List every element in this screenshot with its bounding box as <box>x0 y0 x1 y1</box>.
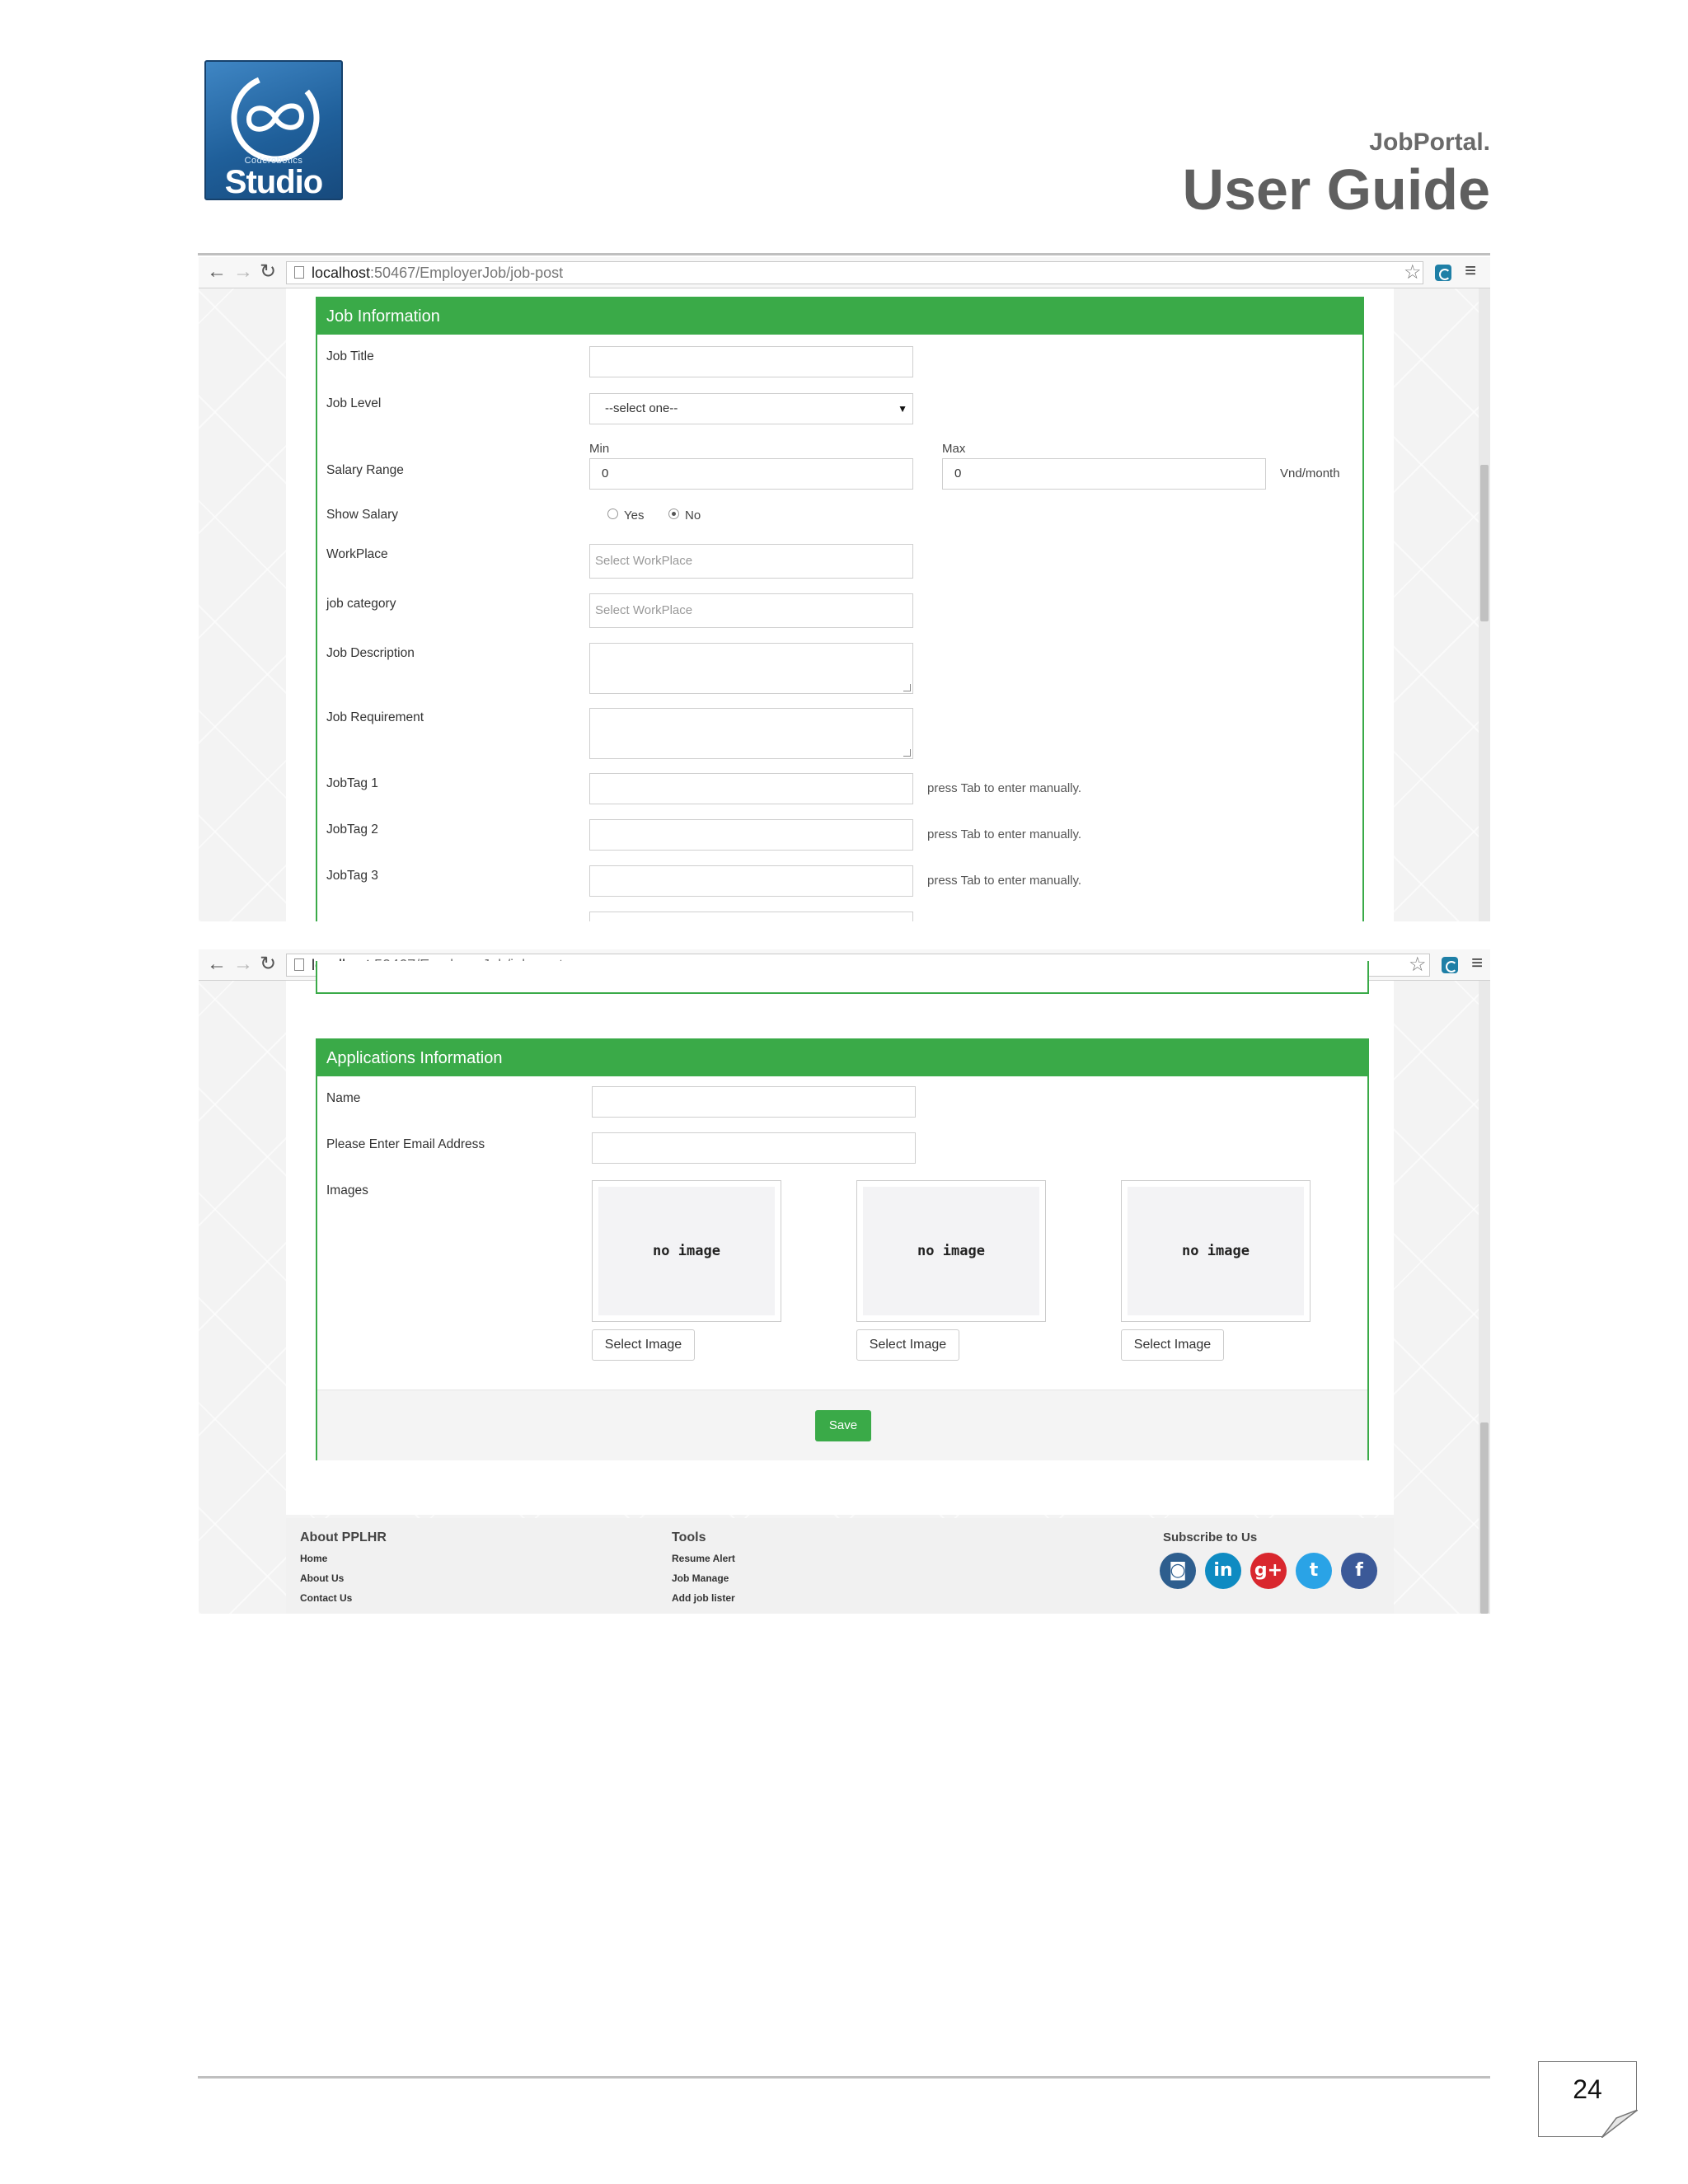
image-preview-1: no image <box>592 1180 781 1322</box>
job-tag-3-hint: press Tab to enter manually. <box>927 874 1082 888</box>
page-icon <box>294 958 304 971</box>
back-icon[interactable]: ← <box>207 954 227 975</box>
footer-rule <box>198 2076 1490 2079</box>
panel-heading: Applications Information <box>317 1040 1367 1076</box>
job-level-label: Job Level <box>326 396 382 410</box>
images-label: Images <box>326 1183 368 1197</box>
footer-link-resume-alert[interactable]: Resume Alert <box>672 1553 735 1564</box>
min-label: Min <box>589 442 610 456</box>
job-requirement-label: Job Requirement <box>326 710 424 724</box>
menu-icon[interactable]: ≡ <box>1471 952 1483 975</box>
facebook-icon[interactable]: f <box>1341 1553 1377 1589</box>
doc-title: User Guide <box>1182 157 1490 222</box>
no-image-placeholder: no image <box>598 1187 775 1315</box>
salary-unit-label: Vnd/month <box>1280 466 1340 480</box>
job-tag-2-label: JobTag 2 <box>326 823 378 837</box>
site-footer: About PPLHR Home About Us Contact Us Too… <box>286 1518 1394 1614</box>
job-tag-3-label: JobTag 3 <box>326 869 378 883</box>
logo-big-text: Studio <box>224 164 323 200</box>
extension-icon[interactable] <box>1442 957 1458 973</box>
header-rule <box>198 253 1490 255</box>
job-tag-3-input[interactable] <box>589 865 913 897</box>
job-tag-1-hint: press Tab to enter manually. <box>927 781 1082 795</box>
job-requirement-textarea[interactable] <box>589 708 913 759</box>
job-tag-1-input[interactable] <box>589 773 913 804</box>
salary-max-input[interactable]: 0 <box>942 458 1266 490</box>
bookmark-star-icon[interactable]: ☆ <box>1404 260 1422 284</box>
footer-link-home[interactable]: Home <box>300 1553 327 1564</box>
show-salary-label: Show Salary <box>326 508 399 522</box>
tools-heading: Tools <box>672 1530 706 1544</box>
doc-brand: JobPortal. <box>1369 129 1490 156</box>
forward-icon[interactable]: → <box>233 261 253 283</box>
no-image-placeholder: no image <box>863 1187 1039 1315</box>
applications-information-panel: Applications Information Name Please Ent… <box>316 1038 1369 1460</box>
instagram-icon[interactable]: ◙ <box>1160 1553 1196 1589</box>
save-button[interactable]: Save <box>815 1410 871 1441</box>
max-label: Max <box>942 442 966 456</box>
scrollbar[interactable] <box>1479 981 1490 1614</box>
address-bar[interactable]: localhost:50467/EmployerJob/job-post <box>286 261 1423 284</box>
footer-link-job-manage[interactable]: Job Manage <box>672 1572 729 1584</box>
salary-min-input[interactable]: 0 <box>589 458 913 490</box>
show-salary-yes-radio[interactable] <box>607 509 618 519</box>
bookmark-star-icon[interactable]: ☆ <box>1409 953 1427 977</box>
page-icon <box>294 266 304 279</box>
scrollbar[interactable] <box>1479 288 1490 921</box>
back-icon[interactable]: ← <box>207 261 227 283</box>
email-label: Please Enter Email Address <box>326 1137 485 1151</box>
select-image-button-2[interactable]: Select Image <box>856 1329 959 1361</box>
linkedin-icon[interactable]: in <box>1205 1553 1241 1589</box>
show-salary-yes-label: Yes <box>624 509 645 523</box>
panel-heading: Job Information <box>317 298 1362 335</box>
about-heading: About PPLHR <box>300 1530 387 1544</box>
job-tag-2-hint: press Tab to enter manually. <box>927 827 1082 841</box>
name-input[interactable] <box>592 1086 916 1118</box>
job-information-panel-bottom-edge <box>316 961 1369 994</box>
reload-icon[interactable]: ↻ <box>260 261 276 283</box>
select-image-button-1[interactable]: Select Image <box>592 1329 695 1361</box>
forward-icon[interactable]: → <box>233 954 253 975</box>
no-image-placeholder: no image <box>1128 1187 1304 1315</box>
job-description-textarea[interactable] <box>589 643 913 694</box>
next-field-input-cut[interactable] <box>589 912 913 921</box>
footer-link-about[interactable]: About Us <box>300 1572 344 1584</box>
job-title-label: Job Title <box>326 349 374 363</box>
name-label: Name <box>326 1091 361 1105</box>
job-tag-1-label: JobTag 1 <box>326 776 378 790</box>
email-input[interactable] <box>592 1132 916 1164</box>
dropdown-arrow-icon: ▼ <box>898 403 907 415</box>
show-salary-no-radio[interactable] <box>668 509 679 519</box>
job-category-input[interactable]: Select WorkPlace <box>589 593 913 628</box>
show-salary-no-label: No <box>685 509 701 523</box>
reload-icon[interactable]: ↻ <box>260 954 276 975</box>
workplace-input[interactable]: Select WorkPlace <box>589 544 913 579</box>
page-curl-icon <box>1601 2110 1638 2138</box>
browser-screenshot-top: ← → ↻ localhost:50467/EmployerJob/job-po… <box>199 257 1490 921</box>
google-plus-icon[interactable]: g+ <box>1250 1553 1287 1589</box>
job-information-panel: Job Information Job Title Job Level --se… <box>316 297 1364 921</box>
job-level-select[interactable]: --select one-- ▼ <box>589 393 913 424</box>
salary-range-label: Salary Range <box>326 463 404 477</box>
select-image-button-3[interactable]: Select Image <box>1121 1329 1224 1361</box>
job-category-label: job category <box>326 597 396 611</box>
job-description-label: Job Description <box>326 646 415 660</box>
page-number: 24 <box>1538 2061 1638 2138</box>
studio-logo: Coderobotics Studio <box>204 60 343 200</box>
image-preview-2: no image <box>856 1180 1046 1322</box>
job-tag-2-input[interactable] <box>589 819 913 851</box>
image-preview-3: no image <box>1121 1180 1311 1322</box>
form-actions: Save <box>317 1390 1367 1460</box>
job-title-input[interactable] <box>589 346 913 377</box>
menu-icon[interactable]: ≡ <box>1465 260 1476 283</box>
workplace-label: WorkPlace <box>326 547 388 561</box>
browser-screenshot-bottom: ← → ↻ localhost:50467/EmployerJob/job-po… <box>199 949 1490 1614</box>
footer-link-add-job-lister[interactable]: Add job lister <box>672 1592 735 1604</box>
subscribe-heading: Subscribe to Us <box>1163 1530 1258 1544</box>
browser-toolbar: ← → ↻ localhost:50467/EmployerJob/job-po… <box>199 257 1490 288</box>
footer-link-contact[interactable]: Contact Us <box>300 1592 352 1604</box>
extension-icon[interactable] <box>1435 265 1451 281</box>
twitter-icon[interactable]: t <box>1296 1553 1332 1589</box>
